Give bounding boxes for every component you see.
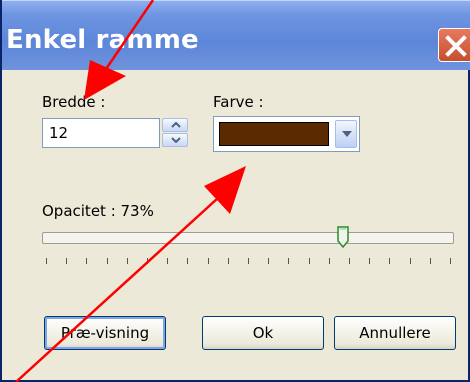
color-picker[interactable] [213,116,360,152]
width-label: Bredde : [42,93,106,111]
slider-tick [66,258,68,264]
ok-button[interactable]: Ok [202,316,324,350]
slider-tick [248,258,249,264]
chevron-down-icon [171,137,181,143]
width-field[interactable] [42,118,163,148]
slider-tick [106,258,108,264]
slider-tick [227,258,229,264]
slider-tick [308,258,310,264]
slider-tick [187,258,189,264]
slider-tick [429,258,431,264]
window-title: Enkel ramme [6,25,199,55]
spin-up-button[interactable] [162,118,188,132]
width-stepper[interactable] [162,118,190,148]
slider-tick [288,258,290,264]
color-label: Farve : [213,93,264,111]
opacity-slider-thumb[interactable] [337,226,349,249]
width-input[interactable] [43,119,163,147]
slider-tick [389,258,391,264]
slider-thumb-icon [337,226,349,249]
slider-tick [86,258,88,264]
slider-tick [147,258,148,264]
slider-tick [349,258,350,264]
slider-tick [268,258,270,264]
opacity-slider-track[interactable] [42,232,454,244]
dropdown-arrow-icon [342,131,352,137]
slider-tick [167,258,169,264]
chevron-up-icon [171,122,181,128]
slider-tick [207,258,209,264]
slider-tick [126,258,128,264]
close-icon [445,35,467,57]
spin-down-button[interactable] [162,133,188,147]
preview-button[interactable]: Præ-visning [44,316,166,350]
slider-tick [328,258,330,264]
opacity-label: Opacitet : 73% [42,202,154,220]
slider-tick [450,258,451,264]
cancel-button[interactable]: Annullere [334,316,456,350]
dialog-window: Enkel ramme Bredde : Farve : Opacitet : … [0,0,470,382]
color-dropdown-button[interactable] [335,120,357,148]
slider-tick [46,258,47,264]
title-bar[interactable]: Enkel ramme [2,0,470,70]
slider-tick [409,258,411,264]
close-button[interactable] [438,28,470,62]
color-swatch [219,122,329,146]
slider-tick [369,258,371,264]
